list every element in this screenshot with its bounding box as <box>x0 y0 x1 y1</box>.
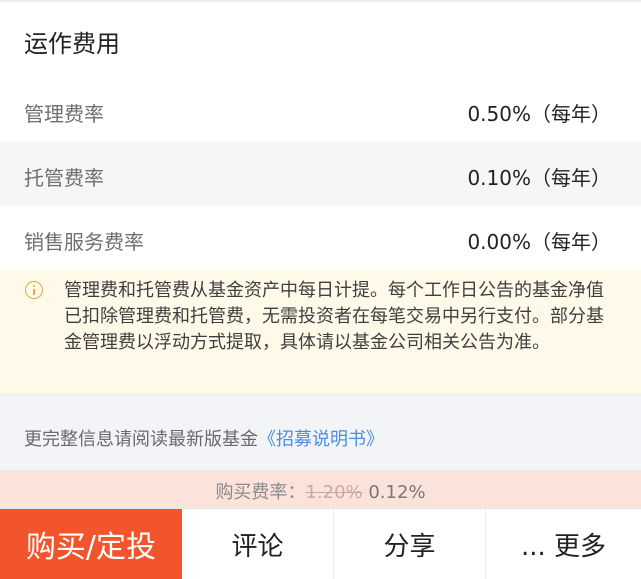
section-title: 运作费用 <box>24 30 120 58</box>
prospectus-link[interactable]: 《招募说明书》 <box>258 429 384 450</box>
prospectus-text: 更完整信息请阅读最新版基金《招募说明书》 <box>24 425 384 451</box>
fee-label: 托管费率 <box>24 166 104 190</box>
fee-value: 0.00%（每年） <box>467 230 611 254</box>
bottom-action-bar: 购买/定投 评论 分享 ... 更多 <box>0 508 641 579</box>
share-button[interactable]: 分享 <box>334 509 486 579</box>
more-button[interactable]: ... 更多 <box>486 509 641 579</box>
fee-row-custody: 托管费率 0.10%（每年） <box>0 142 641 206</box>
fee-label: 销售服务费率 <box>24 230 144 254</box>
purchase-fee: 购买费率：1.20% 0.12% <box>0 478 641 504</box>
info-icon <box>25 281 43 299</box>
purchase-fee-discounted: 0.12% <box>368 482 426 503</box>
buy-button[interactable]: 购买/定投 <box>0 509 182 579</box>
fee-value: 0.10%（每年） <box>467 166 611 190</box>
purchase-fee-bar: 购买费率：1.20% 0.12% <box>0 470 641 508</box>
comment-button[interactable]: 评论 <box>182 509 334 579</box>
prospectus-prefix: 更完整信息请阅读最新版基金 <box>24 429 258 450</box>
fee-value: 0.50%（每年） <box>467 102 611 126</box>
notice-text: 管理费和托管费从基金资产中每日计提。每个工作日公告的基金净值已扣除管理费和托管费… <box>64 280 604 353</box>
fee-notice: 管理费和托管费从基金资产中每日计提。每个工作日公告的基金净值已扣除管理费和托管费… <box>0 270 641 394</box>
prospectus-section: 更完整信息请阅读最新版基金《招募说明书》 <box>0 394 641 470</box>
fee-row-sales-service: 销售服务费率 0.00%（每年） <box>0 206 641 270</box>
fee-row-management: 管理费率 0.50%（每年） <box>0 78 641 142</box>
fee-label: 管理费率 <box>24 102 104 126</box>
purchase-fee-label: 购买费率： <box>215 482 306 503</box>
purchase-fee-original: 1.20% <box>305 482 363 503</box>
section-header: 运作费用 <box>0 0 641 78</box>
